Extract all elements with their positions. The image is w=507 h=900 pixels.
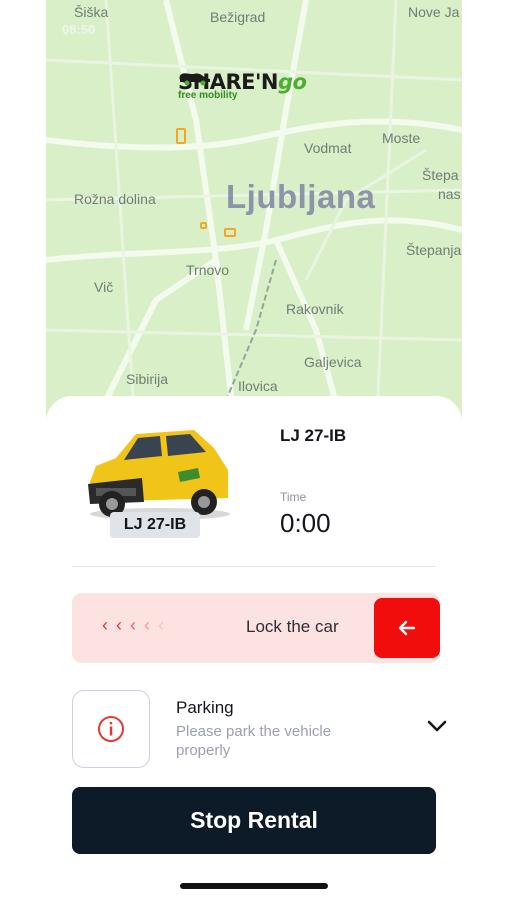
chevron-left-icon: ‹ [144, 615, 158, 635]
slide-chevrons-icon: ‹‹‹‹‹ [102, 615, 172, 636]
rental-sheet: LJ 27-IB LJ 27-IB Time 0:00 ‹‹‹‹‹ Lock t… [46, 396, 462, 900]
lock-car-label: Lock the car [246, 617, 339, 636]
map-roads [46, 0, 462, 440]
map-place: Rožna dolina [74, 191, 156, 207]
parking-title: Parking [176, 698, 234, 717]
chevron-left-icon: ‹ [116, 615, 130, 635]
lock-slider-handle[interactable] [374, 598, 440, 658]
map-place: Nove Ja [408, 4, 460, 20]
plate-number: LJ 27-IB [280, 426, 347, 445]
map-view[interactable]: 08:50 Šiška Bežigrad Nove Ja Moste Vodma… [46, 0, 462, 440]
lock-car-slider[interactable]: ‹‹‹‹‹ Lock the car [72, 593, 440, 663]
arrow-left-icon [398, 620, 416, 635]
car-image [88, 430, 230, 520]
map-place: Šiška [74, 4, 109, 20]
phone-screen: 08:50 Šiška Bežigrad Nove Ja Moste Vodma… [46, 0, 462, 900]
stop-rental-button[interactable]: Stop Rental [72, 787, 436, 854]
chevron-left-icon: ‹ [158, 615, 172, 635]
plate-badge: LJ 27-IB [110, 512, 200, 538]
map-place: Bežigrad [210, 9, 266, 25]
map-place: Vič [94, 279, 114, 295]
home-indicator[interactable] [180, 883, 328, 889]
map-place: Sibirija [126, 371, 169, 387]
chevron-left-icon: ‹ [130, 615, 144, 635]
car-marker-icon[interactable] [200, 222, 207, 229]
map-place: nas [438, 186, 461, 202]
info-icon [98, 716, 124, 742]
map-place: Galjevica [304, 354, 362, 370]
map-city-label: Ljubljana [226, 178, 376, 215]
status-time: 08:50 [62, 22, 96, 37]
car-marker-icon[interactable] [224, 228, 236, 237]
map-place: Trnovo [186, 262, 230, 278]
map-place: Štepa [422, 167, 459, 183]
parking-info-box [72, 690, 150, 768]
time-label: Time [280, 490, 307, 504]
chevron-left-icon: ‹ [102, 615, 116, 635]
car-marker-icon[interactable] [176, 128, 186, 144]
car-logo-icon [180, 74, 210, 86]
chevron-down-icon[interactable] [426, 718, 448, 734]
brand-name-go: go [277, 70, 307, 94]
map-place: Rakovnik [286, 301, 344, 317]
map-place: Štepanja [406, 242, 462, 258]
map-place: Ilovica [238, 378, 278, 394]
brand-logo: SHARE'Ngo free mobility [178, 70, 307, 101]
parking-subtitle: Please park the vehicle properly [176, 723, 332, 759]
time-value: 0:00 [280, 508, 331, 538]
divider [72, 566, 436, 567]
map-place: Moste [382, 130, 421, 146]
map-place: Vodmat [304, 140, 352, 156]
